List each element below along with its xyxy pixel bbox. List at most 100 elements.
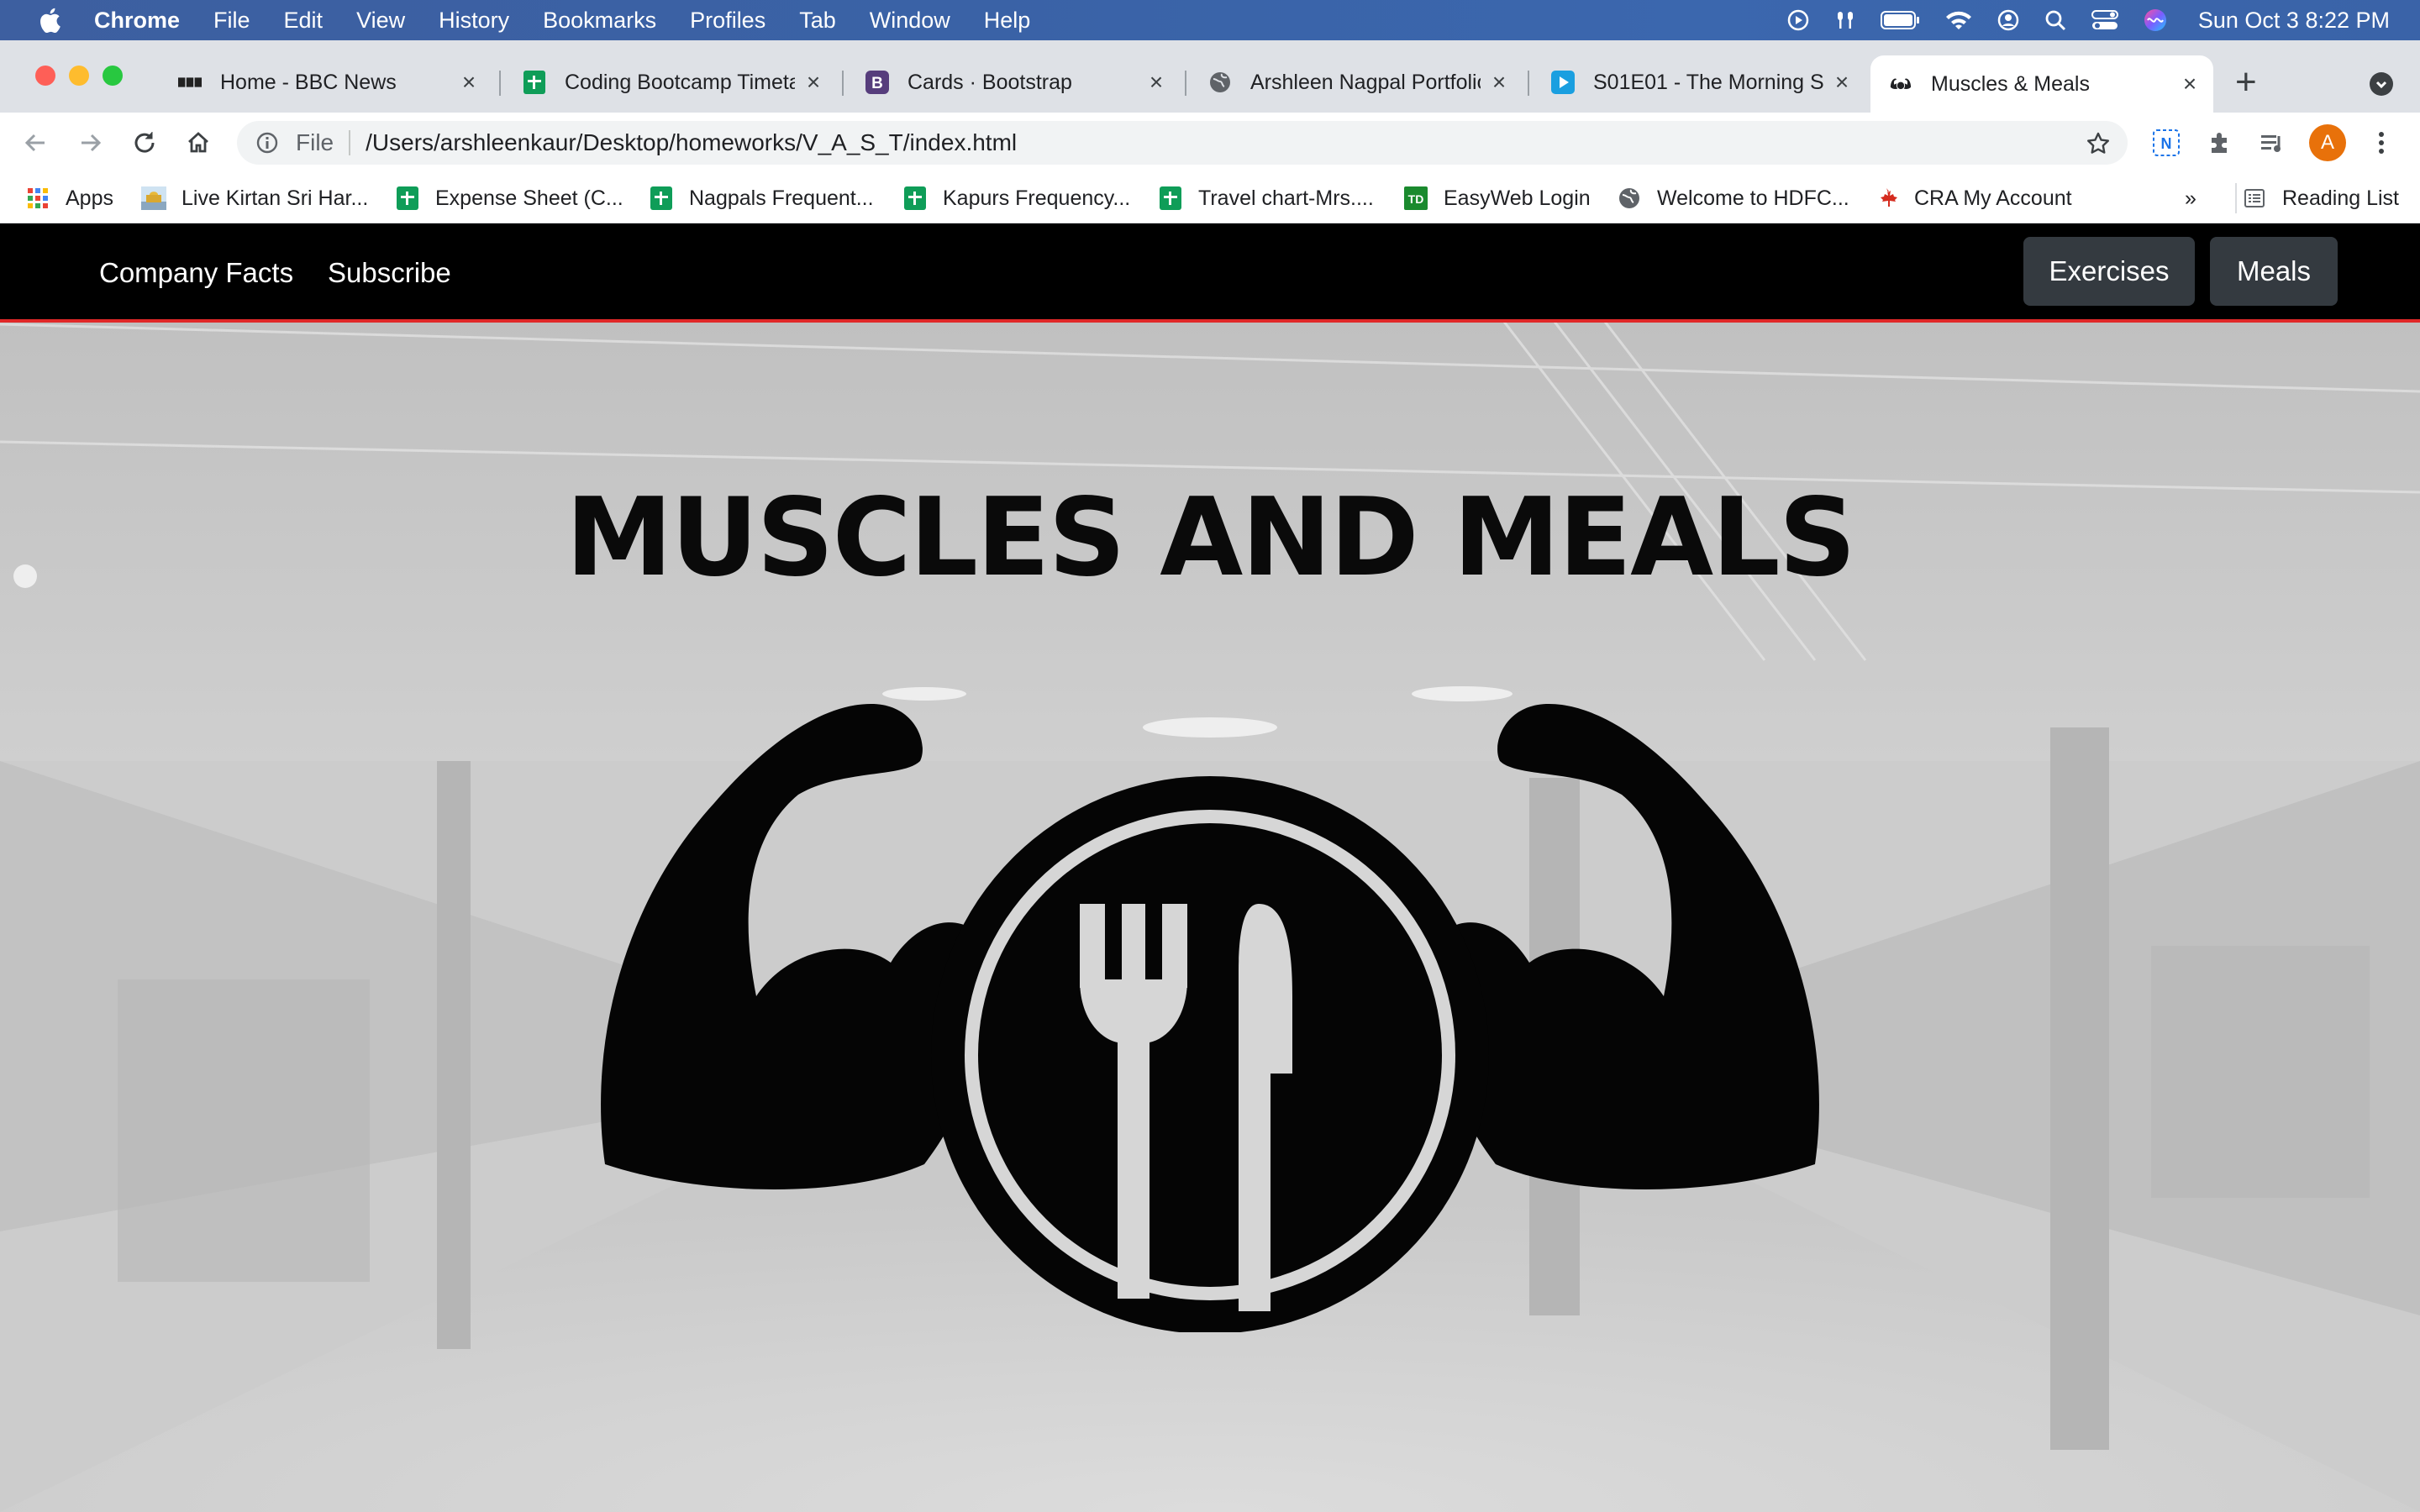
profile-avatar[interactable]: A bbox=[2309, 124, 2346, 161]
meals-button[interactable]: Meals bbox=[2210, 237, 2338, 306]
nav-link-company-facts[interactable]: Company Facts bbox=[99, 257, 293, 289]
reading-list-button[interactable]: Reading List bbox=[2235, 183, 2399, 213]
overflow-chevron-icon: » bbox=[2185, 186, 2196, 210]
bookmark-live-kirtan[interactable]: Live Kirtan Sri Har... bbox=[141, 183, 368, 213]
exercises-button[interactable]: Exercises bbox=[2023, 237, 2195, 306]
media-playlist-icon[interactable] bbox=[2257, 128, 2287, 158]
sheets-icon bbox=[395, 186, 420, 211]
tab-portfolio[interactable]: Arshleen Nagpal Portfolio × bbox=[1190, 57, 1523, 108]
bookmark-label: Welcome to HDFC... bbox=[1657, 186, 1849, 210]
site-navbar: Company Facts Subscribe Exercises Meals bbox=[0, 223, 2420, 323]
bookmark-apps[interactable]: Apps bbox=[25, 183, 113, 213]
window-zoom-button[interactable] bbox=[103, 66, 123, 86]
tab-title: Cards · Bootstrap bbox=[908, 70, 1072, 94]
bookmark-label: EasyWeb Login bbox=[1444, 186, 1591, 210]
menu-history[interactable]: History bbox=[439, 8, 509, 34]
apple-icon[interactable] bbox=[39, 8, 60, 33]
menu-help[interactable]: Help bbox=[984, 8, 1031, 34]
tab-separator bbox=[1185, 71, 1186, 96]
bookmark-label: Expense Sheet (C... bbox=[435, 186, 623, 210]
home-button[interactable] bbox=[183, 128, 213, 158]
bookmarks-overflow-button[interactable]: » bbox=[2185, 183, 2196, 213]
tab-coding-bootcamp[interactable]: Coding Bootcamp Timetable × bbox=[504, 57, 837, 108]
menu-profiles[interactable]: Profiles bbox=[690, 8, 765, 34]
tab-title: Coding Bootcamp Timetable bbox=[565, 70, 795, 94]
menu-file[interactable]: File bbox=[213, 8, 250, 34]
window-minimize-button[interactable] bbox=[69, 66, 89, 86]
bookmark-expense-sheet[interactable]: Expense Sheet (C... bbox=[395, 183, 623, 213]
menu-bar-clock[interactable]: Sun Oct 3 8:22 PM bbox=[2198, 8, 2390, 34]
new-tab-button[interactable]: + bbox=[2235, 64, 2257, 101]
url-text[interactable]: /Users/arshleenkaur/Desktop/homeworks/V_… bbox=[366, 129, 1017, 156]
siri-icon[interactable] bbox=[2143, 8, 2168, 33]
tab-title: Arshleen Nagpal Portfolio bbox=[1250, 70, 1481, 94]
bookmark-nagpals-frequent[interactable]: Nagpals Frequent... bbox=[649, 183, 874, 213]
tab-bootstrap-cards[interactable]: B Cards · Bootstrap × bbox=[847, 57, 1180, 108]
bookmark-label: CRA My Account bbox=[1914, 186, 2072, 210]
page-viewport: Company Facts Subscribe Exercises Meals … bbox=[0, 223, 2420, 1512]
wifi-icon[interactable] bbox=[1944, 9, 1973, 31]
bookmark-cra[interactable]: CRA My Account bbox=[1874, 183, 2072, 213]
menu-tab[interactable]: Tab bbox=[799, 8, 836, 34]
svg-text:N: N bbox=[2161, 135, 2172, 152]
apps-grid-icon bbox=[25, 186, 50, 211]
tab-title: Muscles & Meals bbox=[1931, 71, 2090, 96]
notion-extension-icon[interactable]: N bbox=[2151, 128, 2181, 158]
airpods-icon[interactable] bbox=[1833, 8, 1857, 32]
tab-morning-show[interactable]: S01E01 - The Morning Show × bbox=[1533, 57, 1865, 108]
bookmark-hdfc[interactable]: Welcome to HDFC... bbox=[1617, 183, 1849, 213]
bookmark-kapurs-frequency[interactable]: Kapurs Frequency... bbox=[902, 183, 1130, 213]
url-scheme-label: File bbox=[296, 129, 334, 155]
tab-close-icon[interactable]: × bbox=[457, 69, 481, 95]
nav-link-subscribe[interactable]: Subscribe bbox=[328, 257, 451, 289]
browser-toolbar: File /Users/arshleenkaur/Desktop/homewor… bbox=[0, 113, 2420, 173]
tab-close-icon[interactable]: × bbox=[2178, 71, 2202, 97]
macos-menu-bar: Chrome File Edit View History Bookmarks … bbox=[0, 0, 2420, 40]
bookmark-star-icon[interactable] bbox=[2086, 131, 2111, 156]
bookmark-label: Live Kirtan Sri Har... bbox=[182, 186, 369, 210]
menu-edit[interactable]: Edit bbox=[284, 8, 324, 34]
tab-muscles-meals[interactable]: Muscles & Meals × bbox=[1870, 55, 2213, 113]
back-button[interactable] bbox=[20, 128, 50, 158]
muscle-favicon-icon bbox=[1889, 72, 1912, 96]
window-close-button[interactable] bbox=[35, 66, 55, 86]
hero-title: MUSCLES AND MEALS bbox=[566, 475, 1856, 601]
user-account-icon[interactable] bbox=[1996, 8, 2020, 32]
browser-tab-strip: Home - BBC News × Coding Bootcamp Timeta… bbox=[0, 40, 2420, 113]
spotlight-search-icon[interactable] bbox=[2044, 8, 2067, 32]
tab-separator bbox=[1528, 71, 1529, 96]
tab-title: Home - BBC News bbox=[220, 70, 397, 94]
sheets-favicon-icon bbox=[523, 71, 546, 94]
address-bar[interactable]: File /Users/arshleenkaur/Desktop/homewor… bbox=[237, 121, 2128, 165]
control-center-icon[interactable] bbox=[2091, 8, 2119, 32]
battery-icon[interactable] bbox=[1880, 10, 1921, 30]
menu-bookmarks[interactable]: Bookmarks bbox=[543, 8, 656, 34]
menu-window[interactable]: Window bbox=[870, 8, 950, 34]
menu-app-name[interactable]: Chrome bbox=[94, 8, 180, 34]
globe-favicon-icon bbox=[1208, 71, 1232, 94]
menu-view[interactable]: View bbox=[356, 8, 405, 34]
bookmark-easyweb[interactable]: TD EasyWeb Login bbox=[1403, 183, 1591, 213]
bookmark-travel-chart[interactable]: Travel chart-Mrs.... bbox=[1158, 183, 1374, 213]
tab-close-icon[interactable]: × bbox=[802, 69, 825, 95]
maple-leaf-icon bbox=[1874, 186, 1899, 211]
globe-icon bbox=[1617, 186, 1642, 211]
reload-button[interactable] bbox=[129, 128, 160, 158]
svg-text:TD: TD bbox=[1408, 192, 1424, 206]
bookmarks-bar: Apps Live Kirtan Sri Har... Expense Shee… bbox=[0, 173, 2420, 223]
tab-title: S01E01 - The Morning Show bbox=[1593, 70, 1823, 94]
tab-close-icon[interactable]: × bbox=[1487, 69, 1511, 95]
video-favicon-icon bbox=[1551, 71, 1575, 94]
chrome-menu-icon[interactable] bbox=[2366, 128, 2396, 158]
extensions-puzzle-icon[interactable] bbox=[2205, 128, 2235, 158]
tab-close-icon[interactable]: × bbox=[1830, 69, 1854, 95]
tab-bbc-news[interactable]: Home - BBC News × bbox=[160, 57, 492, 108]
play-circle-icon[interactable] bbox=[1786, 8, 1810, 32]
tab-close-icon[interactable]: × bbox=[1144, 69, 1168, 95]
sheets-icon bbox=[1158, 186, 1183, 211]
site-info-icon[interactable] bbox=[255, 131, 279, 155]
forward-button[interactable] bbox=[76, 128, 106, 158]
tab-search-button[interactable] bbox=[2370, 72, 2393, 96]
bookmark-label: Kapurs Frequency... bbox=[943, 186, 1131, 210]
bookmark-label: Travel chart-Mrs.... bbox=[1198, 186, 1374, 210]
